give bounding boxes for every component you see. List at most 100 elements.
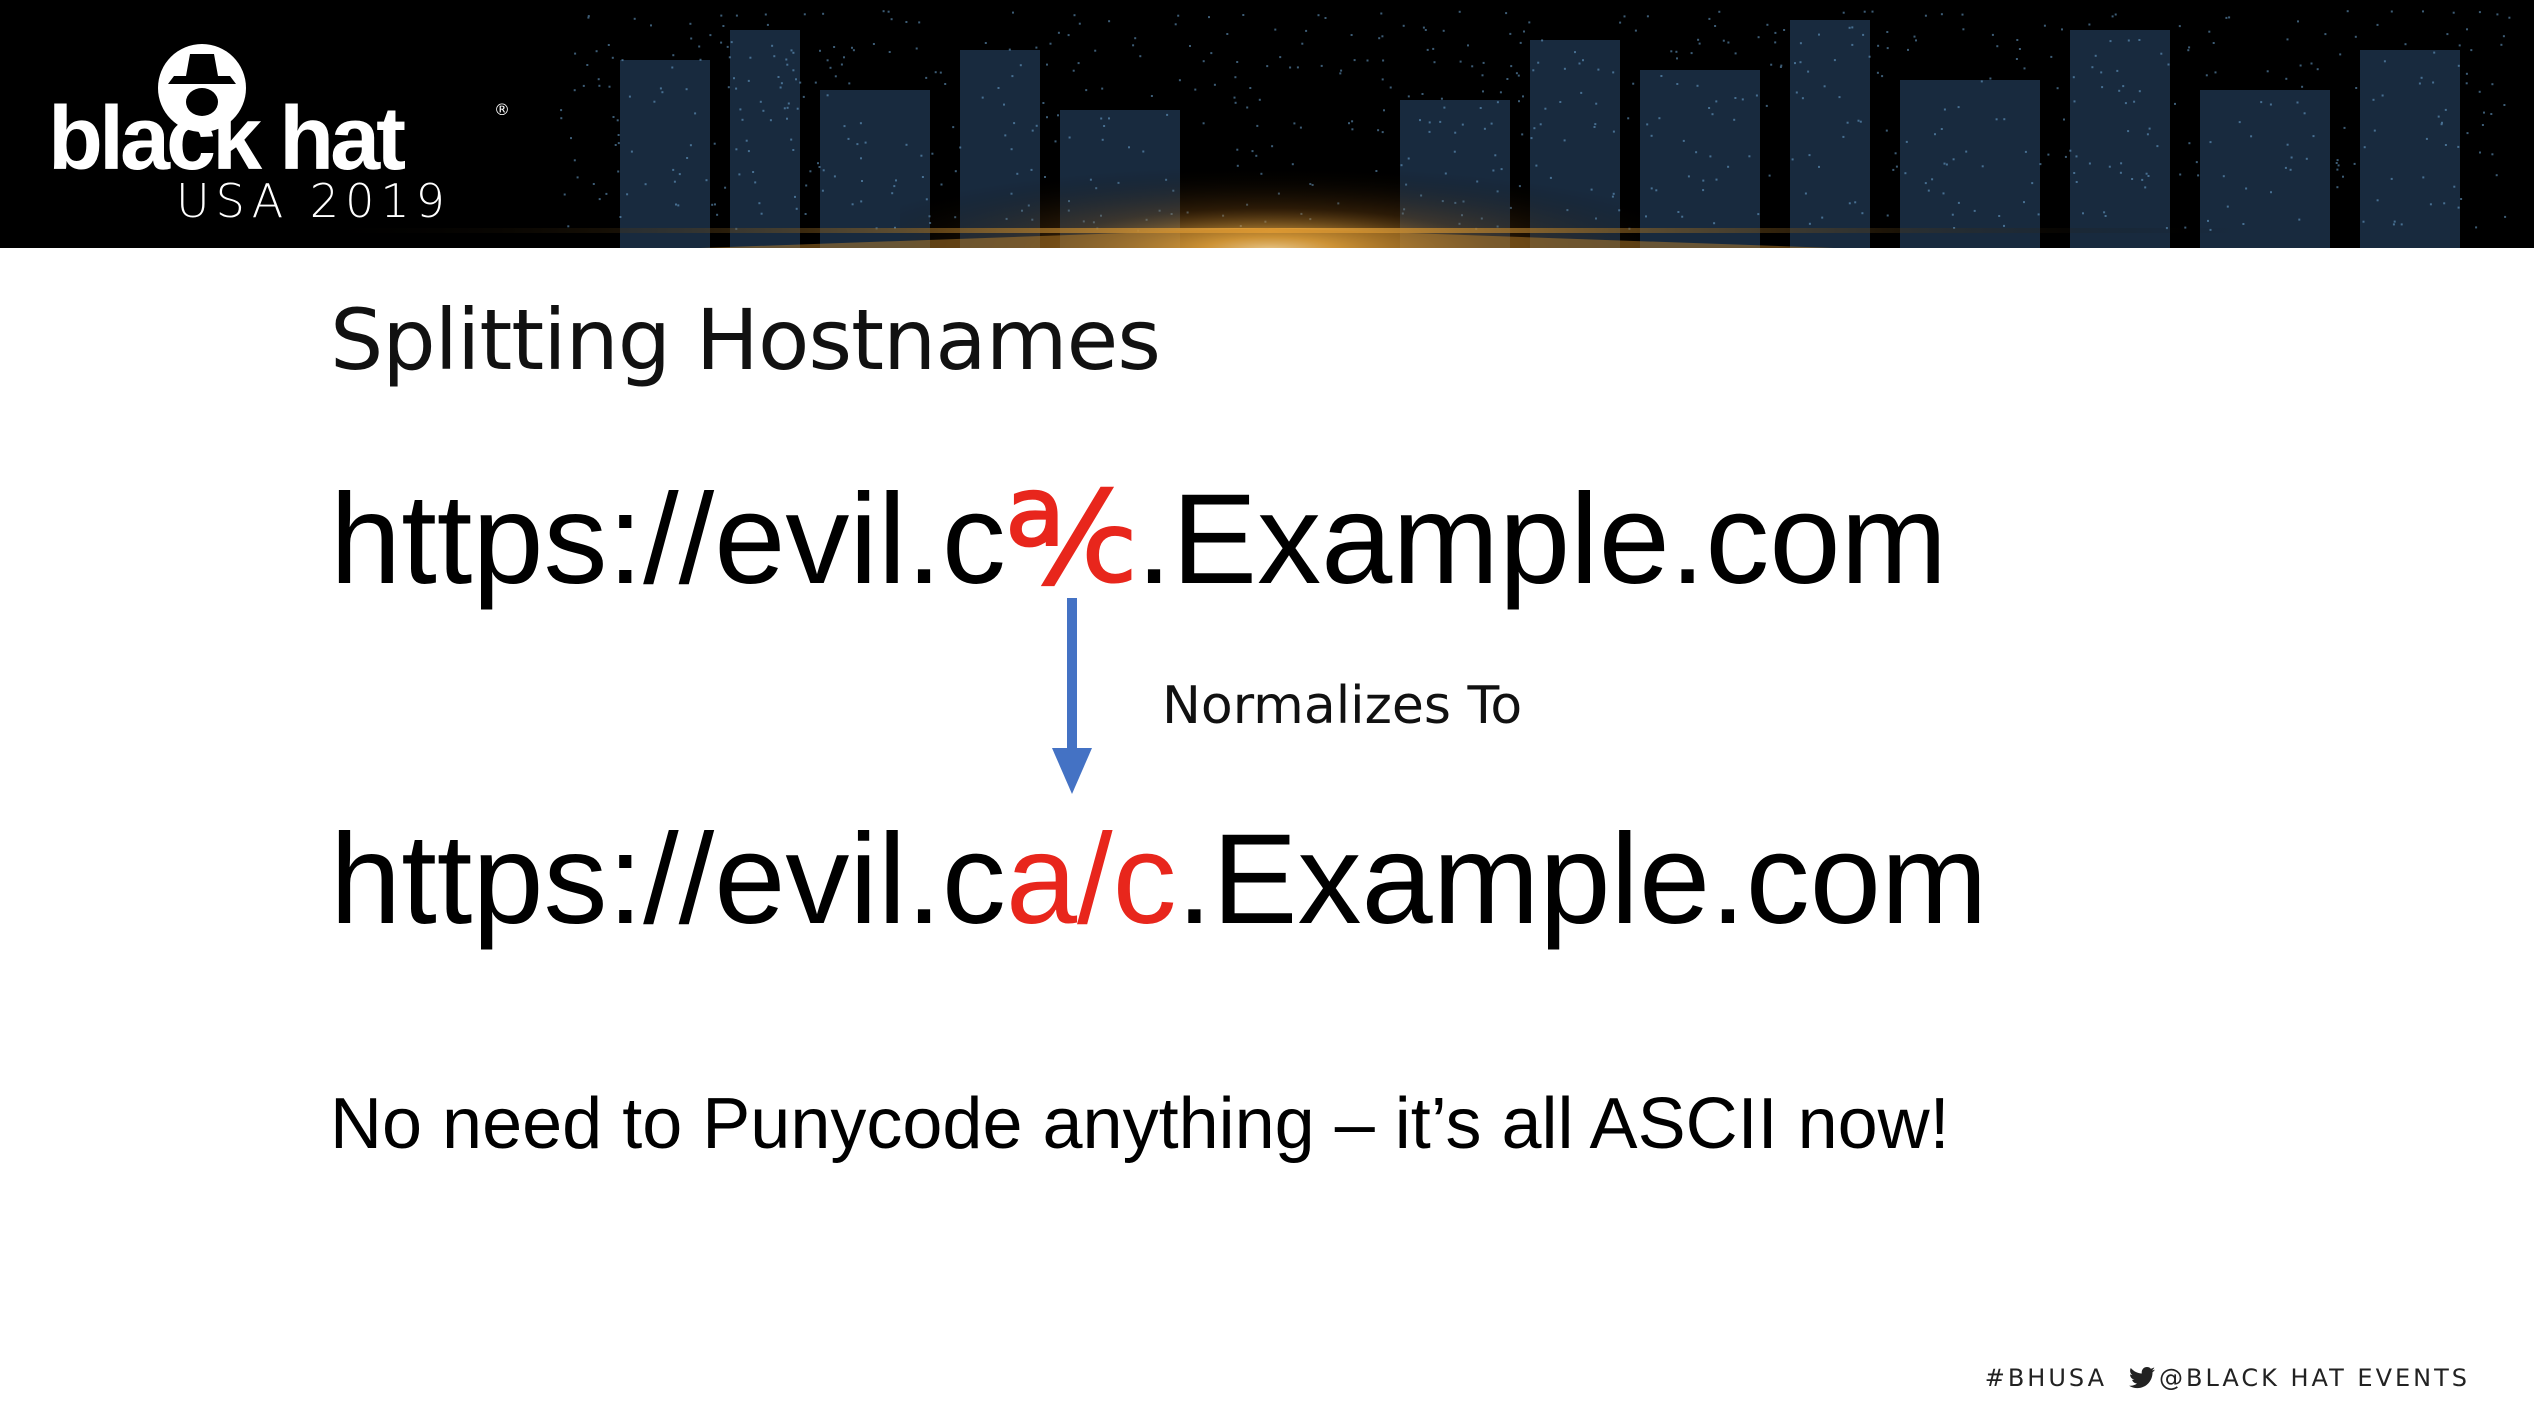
city-light-dot bbox=[2031, 182, 2034, 185]
city-light-dot bbox=[1274, 28, 1277, 31]
city-light-dot bbox=[1957, 201, 1960, 204]
city-light-dot bbox=[621, 59, 624, 62]
city-light-dot bbox=[2453, 185, 2456, 188]
city-light-dot bbox=[1317, 14, 1320, 17]
city-light-dot bbox=[2238, 121, 2241, 124]
city-light-dot bbox=[2043, 24, 2046, 27]
city-light-dot bbox=[1981, 165, 1984, 168]
city-light-dot bbox=[722, 25, 725, 27]
city-light-dot bbox=[1980, 80, 1983, 83]
city-light-dot bbox=[1421, 93, 1424, 95]
city-light-dot bbox=[747, 79, 750, 82]
city-light-dot bbox=[678, 173, 681, 176]
city-light-dot bbox=[1518, 100, 1520, 103]
city-light-dot bbox=[819, 49, 821, 52]
city-light-dot bbox=[799, 81, 802, 84]
city-light-dot bbox=[1851, 43, 1854, 46]
city-light-dot bbox=[738, 173, 741, 176]
city-light-dot bbox=[1727, 41, 1730, 44]
city-light-dot bbox=[671, 66, 674, 69]
city-light-dot bbox=[675, 203, 677, 206]
city-light-dot bbox=[1838, 96, 1841, 99]
city-light-dot bbox=[1995, 118, 1998, 121]
city-light-dot bbox=[1965, 150, 1968, 153]
city-light-dot bbox=[1019, 64, 1022, 67]
city-light-dot bbox=[570, 137, 572, 140]
city-light-dot bbox=[1296, 66, 1299, 69]
city-light-dot bbox=[805, 184, 808, 187]
city-light-dot bbox=[1510, 65, 1513, 68]
city-light-dot bbox=[1458, 10, 1461, 13]
city-light-dot bbox=[2496, 13, 2499, 16]
city-light-dot bbox=[2197, 174, 2200, 177]
city-light-dot bbox=[2179, 173, 2182, 176]
city-light-dot bbox=[1559, 101, 1562, 103]
city-light-dot bbox=[2383, 60, 2386, 63]
city-light-dot bbox=[2270, 191, 2272, 194]
city-light-dot bbox=[887, 10, 890, 13]
city-light-dot bbox=[745, 139, 748, 142]
city-light-dot bbox=[650, 24, 652, 27]
city-light-dot bbox=[794, 195, 796, 198]
city-light-dot bbox=[1757, 36, 1760, 39]
city-light-dot bbox=[752, 171, 755, 173]
city-light-dot bbox=[2228, 16, 2231, 19]
city-light-dot bbox=[727, 86, 730, 89]
city-light-dot bbox=[1035, 46, 1038, 49]
city-light-dot bbox=[2457, 206, 2460, 209]
city-light-dot bbox=[2037, 213, 2040, 216]
city-light-dot bbox=[2138, 39, 2141, 41]
city-light-dot bbox=[2457, 145, 2460, 148]
city-light-dot bbox=[1711, 113, 1714, 116]
city-light-dot bbox=[724, 186, 727, 189]
city-light-dot bbox=[1940, 13, 1943, 16]
city-light-dot bbox=[1108, 20, 1111, 23]
url-after-prefix: https://evil.c bbox=[330, 808, 1006, 951]
city-light-dot bbox=[2353, 162, 2356, 165]
city-light-dot bbox=[1848, 202, 1851, 205]
city-light-dot bbox=[2337, 164, 2340, 167]
city-light-dot bbox=[2481, 124, 2484, 126]
city-light-dot bbox=[882, 10, 885, 13]
city-light-dot bbox=[560, 117, 563, 120]
city-light-dot bbox=[1174, 23, 1177, 26]
city-light-dot bbox=[872, 43, 875, 45]
city-light-dot bbox=[1722, 39, 1725, 42]
city-light-dot bbox=[2073, 100, 2076, 103]
city-light-dot bbox=[1279, 56, 1282, 59]
city-light-dot bbox=[2418, 82, 2421, 85]
city-light-dot bbox=[1821, 216, 1824, 219]
city-light-dot bbox=[786, 106, 789, 109]
city-light-dot bbox=[1505, 12, 1508, 15]
city-light-dot bbox=[1848, 26, 1851, 29]
city-light-dot bbox=[1612, 71, 1615, 74]
city-light-dot bbox=[628, 95, 631, 98]
city-light-dot bbox=[833, 175, 836, 178]
city-light-dot bbox=[2422, 176, 2425, 179]
city-light-dot bbox=[2148, 127, 2151, 130]
city-light-dot bbox=[2503, 104, 2506, 106]
city-light-dot bbox=[1842, 135, 1845, 138]
city-light-dot bbox=[2146, 133, 2149, 136]
city-light-dot bbox=[851, 46, 853, 49]
twitter-bird-icon bbox=[2129, 1367, 2155, 1389]
down-arrow-icon bbox=[1052, 598, 1092, 794]
city-light-dot bbox=[829, 66, 832, 69]
city-light-dot bbox=[749, 56, 752, 59]
city-light-dot bbox=[2433, 51, 2436, 54]
city-light-dot bbox=[2286, 38, 2289, 41]
city-light-dot bbox=[2478, 90, 2481, 93]
city-light-dot bbox=[2088, 162, 2091, 165]
city-light-dot bbox=[582, 84, 585, 87]
city-light-dot bbox=[2373, 129, 2376, 132]
city-light-dot bbox=[2305, 157, 2308, 160]
city-light-dot bbox=[1766, 23, 1769, 26]
city-light-dot bbox=[934, 71, 937, 74]
city-light-dot bbox=[1381, 35, 1384, 38]
city-light-dot bbox=[2103, 211, 2106, 214]
city-light-dot bbox=[611, 56, 614, 59]
city-light-dot bbox=[689, 22, 692, 25]
city-light-dot bbox=[759, 100, 762, 103]
city-light-dot bbox=[2432, 81, 2435, 84]
city-light-dot bbox=[1851, 26, 1854, 29]
